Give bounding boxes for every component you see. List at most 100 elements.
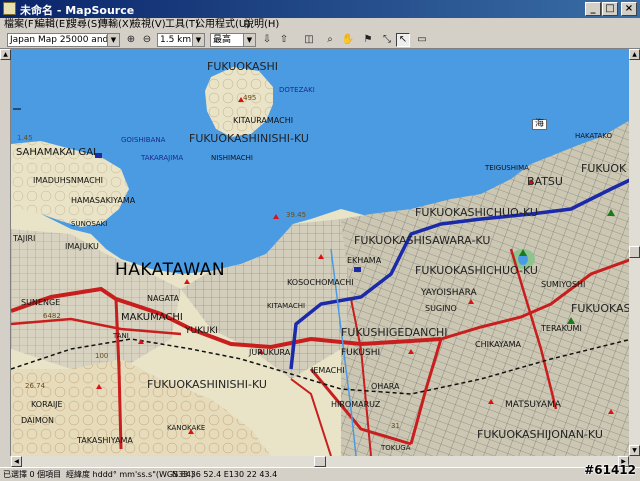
- scroll-up-icon[interactable]: ▲: [629, 49, 640, 60]
- route-tool-icon[interactable]: ⤡: [380, 33, 394, 47]
- detail-level-select[interactable]: 最高 ▼: [210, 33, 256, 47]
- vertical-scroll-thumb[interactable]: [629, 246, 640, 258]
- menu-help[interactable]: 說明(H): [244, 18, 279, 32]
- map-label-alt-6482: 6482: [43, 312, 61, 320]
- map-label-sunenge: SUNENGE: [21, 298, 61, 307]
- map-graphics: [11, 49, 632, 456]
- window-title: 未命名 - MapSource: [20, 4, 135, 17]
- map-label-batsu: BATSU: [527, 175, 563, 188]
- map-label-hamasaki: HAMASAKIYAMA: [71, 196, 136, 205]
- scroll-left-icon[interactable]: ◀: [11, 456, 22, 467]
- map-label-imajuku: IMAJUKU: [65, 242, 99, 251]
- map-canvas[interactable]: FUKUOKASHI DOTEZAKI 495 KITAURAMACHI FUK…: [11, 49, 632, 456]
- map-label-fukushi-ku2: FUKUSHI: [341, 348, 381, 358]
- scroll-up-left-icon[interactable]: ▲: [0, 49, 11, 60]
- zoom-in-icon[interactable]: ⊕: [124, 33, 138, 47]
- detail-level-value: 最高: [213, 35, 232, 45]
- menu-bar: 檔案(F) 編輯(E) 搜尋(S) 傳輸(X) 檢視(V) 工具(T) 公用程式…: [0, 18, 640, 32]
- map-label-sea-kanji: 海: [532, 119, 548, 130]
- menu-file[interactable]: 檔案(F): [4, 18, 38, 32]
- map-label-chuo-ku-2: FUKUOKASHICHUO-KU: [415, 264, 538, 277]
- map-label-alt-100: 100: [95, 352, 109, 360]
- map-label-daimon: DAIMON: [21, 416, 55, 425]
- map-label-jonan-ku: FUKUOKASHIJONAN-KU: [477, 428, 603, 441]
- horizontal-scrollbar[interactable]: ◀ ▶: [11, 456, 629, 467]
- zoom-scale-select[interactable]: 1.5 km ▼: [157, 33, 205, 47]
- map-label-koraije: KORAIJE: [31, 400, 63, 409]
- map-label-fukuoka-right: FUKUOK: [581, 162, 627, 175]
- send-to-device-icon[interactable]: ⇧: [277, 33, 291, 47]
- menu-view[interactable]: 檢視(V): [131, 18, 166, 32]
- chevron-down-icon[interactable]: ▼: [107, 34, 119, 46]
- map-label-kitauramachi: KITAURAMACHI: [233, 116, 294, 125]
- map-label-ekihama: EKHAMA: [347, 256, 382, 265]
- map-label-takarajima: TAKARAJIMA: [141, 154, 184, 162]
- chevron-down-icon[interactable]: ▼: [192, 34, 204, 46]
- title-bar: 未命名 - MapSource _ □ ×: [0, 0, 640, 18]
- close-button[interactable]: ×: [621, 2, 637, 16]
- map-label-yayoi: YAYOISHARA: [421, 288, 477, 298]
- map-label-fukushi-gedan: FUKUSHIGEDANCHI: [341, 326, 448, 339]
- map-label-kosochomachi: KOSOCHOMACHI: [287, 278, 354, 287]
- map-label-alt-145: 1.45: [17, 134, 33, 142]
- map-label-hakatawan: HAKATAWAN: [115, 260, 226, 280]
- map-label-kanokake: KANOKAKE: [167, 424, 206, 432]
- horizontal-scroll-thumb[interactable]: [314, 456, 326, 467]
- map-label-hiromaruz: HIROMARUZ: [331, 400, 381, 409]
- menu-edit[interactable]: 編輯(E): [35, 18, 69, 32]
- app-icon: [3, 2, 16, 15]
- map-label-teigushima: TEIGUSHIMA: [485, 164, 529, 172]
- map-label-kitamachi: KITAMACHI: [267, 302, 306, 310]
- map-label-nishi-ku-low: FUKUOKASHINISHI-KU: [147, 378, 267, 391]
- map-label-nishimachi: NISHIMACHI: [211, 154, 253, 162]
- chevron-down-icon[interactable]: ▼: [243, 34, 255, 46]
- map-label-tajiri: TAJIRI: [13, 234, 36, 243]
- map-label-hakatako: HAKATAKO: [575, 132, 613, 140]
- map-product-value: Japan Map 25000 and Topo v1: [10, 35, 119, 45]
- map-label-nagata: NAGATA: [147, 294, 180, 303]
- zoom-out-icon[interactable]: ⊖: [140, 33, 154, 47]
- waypoint-tool-icon[interactable]: ⚑: [361, 33, 375, 47]
- receive-from-device-icon[interactable]: ⇩: [260, 33, 274, 47]
- minimize-button[interactable]: _: [585, 2, 601, 16]
- toolbar: Japan Map 25000 and Topo v1 ▼ ⊕ ⊖ 1.5 km…: [0, 32, 640, 49]
- map-label-aramakai: SAHAMAKAI GAI: [16, 147, 97, 158]
- map-label-dotezaki: DOTEZAKI: [279, 86, 315, 94]
- map-label-alt-31: 31: [391, 422, 400, 430]
- map-label-nishi-ku-top: FUKUOKASHINISHI-KU: [189, 132, 309, 145]
- map-label-fukuokashi: FUKUOKASHI: [207, 60, 279, 73]
- menu-search[interactable]: 搜尋(S): [67, 18, 101, 32]
- map-label-chikayama: CHIKAYAMA: [475, 340, 522, 349]
- status-coordinates: N33 36 52.4 E130 22 43.4: [172, 470, 278, 479]
- map-product-select[interactable]: Japan Map 25000 and Topo v1 ▼: [7, 33, 120, 47]
- distance-tool-icon[interactable]: ▭: [415, 33, 429, 47]
- map-label-terakumi: TERAKUMI: [541, 324, 582, 333]
- map-label-goishibana: GOISHIBANA: [121, 136, 166, 144]
- map-label-hakatashi: FUKUOKASHI: [571, 302, 632, 315]
- map-label-kukumachi: MAKUMACHI: [121, 312, 183, 323]
- map-label-takashiyama: TAKASHIYAMA: [77, 436, 133, 445]
- scroll-down-icon[interactable]: ▼: [629, 445, 640, 456]
- map-label-chuo-ku-1: FUKUOKASHICHUO-KU: [415, 206, 538, 219]
- map-label-sugino: SUGINO: [425, 304, 457, 313]
- map-label-iemachi: IEMACHI: [311, 366, 345, 375]
- status-bar: 已選擇 0 個項目 經緯度 hddd° mm'ss.s"(WGS 84) N33…: [0, 467, 640, 481]
- map-label-sumiyoshi: SUMIYOSHI: [541, 280, 586, 289]
- map-label-ohara: OHARA: [371, 382, 400, 391]
- map-label-yukuki: YUKUKI: [185, 326, 218, 336]
- map-label-tokuga: TOKUGA: [381, 444, 411, 452]
- menu-tools[interactable]: 工具(T): [165, 18, 199, 32]
- status-selection: 已選擇 0 個項目: [3, 470, 62, 479]
- map-tool-icon[interactable]: ◫: [302, 33, 316, 47]
- left-edge-strip: ▲: [0, 49, 11, 456]
- map-label-tani: TANI: [113, 332, 129, 340]
- zoom-scale-value: 1.5 km: [160, 35, 192, 45]
- maximize-button[interactable]: □: [602, 2, 618, 16]
- zoom-tool-icon[interactable]: ⌕: [323, 33, 337, 47]
- hand-tool-icon[interactable]: ✋: [341, 33, 355, 47]
- vertical-scrollbar[interactable]: ▲ ▼: [629, 49, 640, 456]
- watermark: #61412: [584, 463, 636, 477]
- menu-utilities[interactable]: 公用程式(U): [195, 18, 250, 32]
- menu-transfer[interactable]: 傳輸(X): [98, 18, 133, 32]
- selection-tool-icon[interactable]: ↖: [396, 33, 410, 47]
